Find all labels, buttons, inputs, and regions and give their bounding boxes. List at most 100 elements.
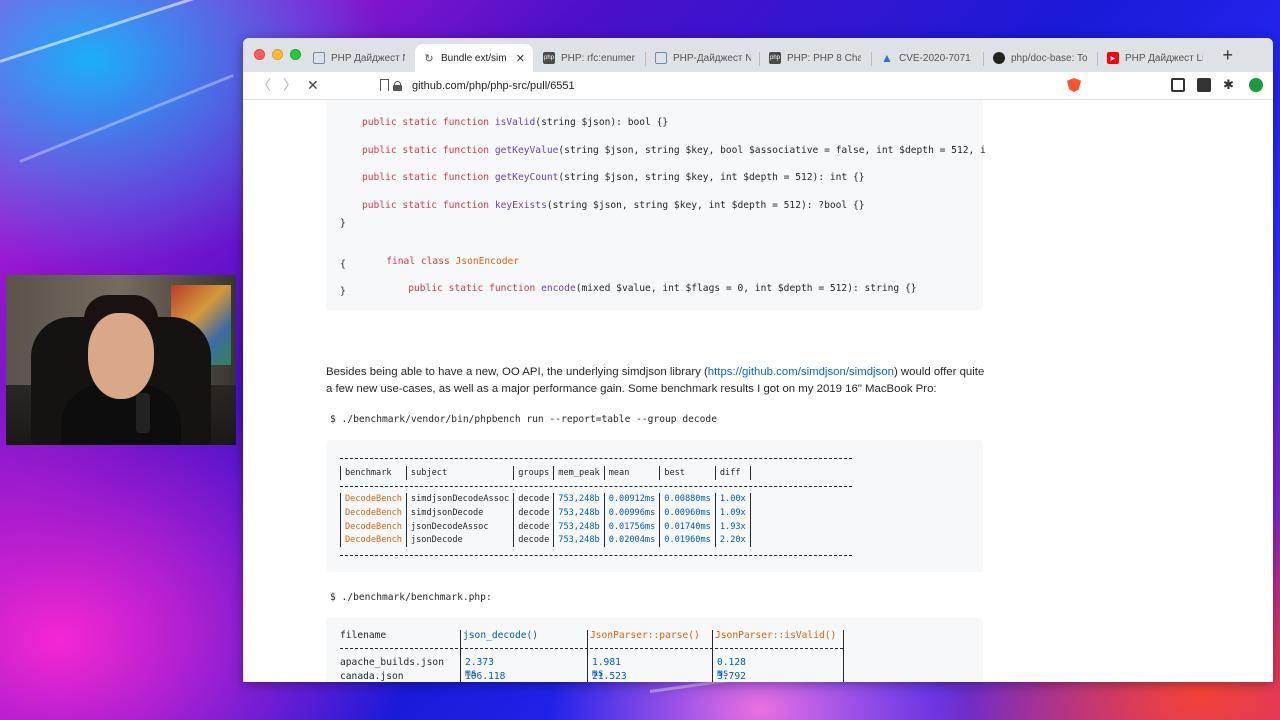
tab-label: PHP Дайджест Li bbox=[1125, 52, 1203, 64]
wallpaper-streak bbox=[19, 73, 234, 163]
benchmark-cell: DecodeBench bbox=[340, 533, 407, 547]
benchmark-cell: 753,248b bbox=[553, 492, 605, 507]
code-line-method: public static function getKeyValue(strin… bbox=[362, 145, 986, 156]
benchmark-cell: 0.01756ms bbox=[603, 519, 660, 534]
table-row: DecodeBench simdjsonDecodeAssoc decode 753,… bbox=[340, 492, 751, 507]
benchmark-php-command: $ ./benchmark/benchmark.php: bbox=[330, 592, 492, 603]
php-icon bbox=[313, 52, 325, 64]
benchmark-cell: 0.00996ms bbox=[603, 506, 660, 520]
benchmark-header-cell: best bbox=[659, 466, 716, 480]
tab-label: PHP Дайджест N bbox=[331, 52, 405, 64]
back-icon[interactable]: 〈 bbox=[257, 78, 271, 92]
tab-label: php/doc-base: To bbox=[1011, 52, 1087, 64]
minimize-window-button[interactable] bbox=[272, 49, 283, 60]
benchmark-cell: DecodeBench bbox=[340, 519, 407, 534]
php-wiki-icon: php bbox=[543, 52, 555, 64]
browser-toolbar: 〈 〉 ✕ github.com/php/php-src/pull/6551 ✱ bbox=[243, 72, 1273, 100]
lock-icon[interactable] bbox=[393, 81, 402, 91]
benchmark-cell: 0.01960ms bbox=[659, 533, 716, 547]
page-content: public static function parse(string $jso… bbox=[243, 100, 1273, 682]
code-block-api: public static function parse(string $jso… bbox=[326, 100, 986, 310]
file-timing-cell: 21.523 ms bbox=[592, 670, 627, 682]
benchmark-cell: 0.00912ms bbox=[603, 492, 660, 507]
benchmark-cell: jsonDecodeAssoc bbox=[405, 519, 514, 534]
benchmark-cell: 0.00960ms bbox=[659, 506, 716, 520]
benchmark-cell: 1.09x bbox=[714, 506, 751, 520]
php-icon bbox=[655, 52, 667, 64]
benchmark-cell: simdjsonDecode bbox=[405, 506, 514, 520]
tab-bundle-ext-simdjson[interactable]: ↻ Bundle ext/sim ✕ bbox=[415, 44, 533, 72]
code-line-method: public static function keyExists(string … bbox=[362, 200, 865, 211]
youtube-icon: ▶ bbox=[1107, 52, 1119, 64]
benchmark-command: $ ./benchmark/vendor/bin/phpbench run --… bbox=[330, 414, 717, 425]
cve-icon: ▲ bbox=[881, 51, 893, 65]
simdjson-link[interactable]: https://github.com/simdjson/simdjson bbox=[708, 366, 894, 378]
benchmark-cell: 753,248b bbox=[553, 519, 605, 534]
table-row: DecodeBench jsonDecode decode 753,248b 0.020… bbox=[340, 533, 751, 547]
file-name-cell: apache_builds.json bbox=[340, 657, 444, 668]
benchmark-cell: simdjsonDecodeAssoc bbox=[405, 492, 514, 507]
bookmark-icon[interactable] bbox=[380, 79, 389, 91]
reading-list-icon[interactable] bbox=[1171, 78, 1185, 92]
benchmark-cell: 753,248b bbox=[553, 533, 605, 547]
benchmark-header-cell: groups bbox=[513, 466, 554, 480]
benchmark-cell: decode bbox=[513, 533, 554, 547]
close-window-button[interactable] bbox=[254, 49, 265, 60]
zoom-window-button[interactable] bbox=[290, 49, 301, 60]
benchmark-cell: DecodeBench bbox=[340, 506, 407, 520]
benchmark-cell: 0.00880ms bbox=[659, 492, 716, 507]
tab-label: CVE-2020-7071 bbox=[899, 52, 971, 64]
tab-php-digest[interactable]: PHP Дайджест N bbox=[305, 44, 413, 72]
code-open-brace: { bbox=[340, 259, 346, 270]
benchmark-cell: 1.00x bbox=[714, 492, 751, 507]
tab-label: PHP-Дайджест N bbox=[673, 52, 751, 64]
tab-strip: PHP Дайджест N ↻ Bundle ext/sim ✕ php PH… bbox=[243, 38, 1273, 72]
benchmark-table-block: benchmark subject groups mem_peak mean best di… bbox=[326, 440, 983, 572]
file-name-cell: canada.json bbox=[340, 670, 404, 682]
browser-window: PHP Дайджест N ↻ Bundle ext/sim ✕ php PH… bbox=[243, 38, 1273, 682]
tab-php-digest-2[interactable]: PHP-Дайджест N bbox=[647, 44, 759, 72]
tab-php-8-changes[interactable]: php PHP: PHP 8 Chan bbox=[761, 44, 869, 72]
code-line-method: public static function parse(string $jso… bbox=[362, 100, 986, 101]
tab-php-rfc-enumerations[interactable]: php PHP: rfc:enumera bbox=[535, 44, 643, 72]
benchmark-cell: 0.02004ms bbox=[603, 533, 660, 547]
tab-cve[interactable]: ▲ CVE-2020-7071 bbox=[873, 44, 981, 72]
new-tab-button[interactable]: + bbox=[1222, 46, 1233, 64]
wallpaper-streak bbox=[0, 0, 248, 63]
description-paragraph: Besides being able to have a new, OO API… bbox=[326, 366, 985, 395]
code-line-encode: public static function encode(mixed $val… bbox=[408, 283, 917, 294]
benchmark-cell: 753,248b bbox=[553, 506, 605, 520]
tab-php-doc-base[interactable]: php/doc-base: To bbox=[985, 44, 1095, 72]
code-close-brace: } bbox=[340, 218, 346, 229]
url-text: github.com/php/php-src/pull/6551 bbox=[412, 80, 575, 92]
benchmark-header-cell: subject bbox=[405, 466, 514, 480]
profile-extension-icon[interactable] bbox=[1249, 78, 1263, 92]
code-line-method: public static function isValid(string $j… bbox=[362, 117, 669, 128]
extension-icon[interactable] bbox=[1197, 78, 1211, 92]
forward-icon[interactable]: 〉 bbox=[283, 78, 297, 92]
php-wiki-icon: php bbox=[769, 52, 781, 64]
loading-icon: ↻ bbox=[424, 52, 434, 65]
benchmark-header-cell: mean bbox=[603, 466, 660, 480]
file-header-cell: filename bbox=[340, 630, 387, 641]
stop-loading-icon[interactable]: ✕ bbox=[307, 77, 319, 94]
github-icon bbox=[993, 52, 1005, 64]
address-bar[interactable]: github.com/php/php-src/pull/6551 bbox=[380, 75, 1113, 97]
file-header-cell: JsonParser::isValid() bbox=[715, 630, 837, 641]
file-header-cell: JsonParser::parse() bbox=[590, 630, 700, 641]
extensions-puzzle-icon[interactable]: ✱ bbox=[1223, 77, 1237, 92]
benchmark-cell: decode bbox=[513, 506, 554, 520]
tab-label: PHP: rfc:enumera bbox=[561, 52, 635, 64]
tab-php-digest-youtube[interactable]: ▶ PHP Дайджест Li bbox=[1099, 44, 1211, 72]
benchmark-header-cell: benchmark bbox=[340, 466, 407, 480]
tab-label: PHP: PHP 8 Chan bbox=[787, 52, 861, 64]
file-timing-cell: 106.118 ms bbox=[465, 670, 506, 682]
table-row: DecodeBench jsonDecodeAssoc decode 753,248b… bbox=[340, 519, 751, 534]
benchmark-header-row: benchmark subject groups mem_peak mean best di… bbox=[340, 466, 751, 480]
code-close-brace-2: } bbox=[340, 286, 346, 297]
file-timing-cell: 3.792 ms bbox=[717, 670, 746, 682]
benchmark-cell: decode bbox=[513, 492, 554, 507]
close-tab-icon[interactable]: ✕ bbox=[516, 52, 525, 65]
table-row: DecodeBench simdjsonDecode decode 753,248b 0… bbox=[340, 506, 751, 520]
benchmark-header-cell: mem_peak bbox=[553, 466, 605, 480]
